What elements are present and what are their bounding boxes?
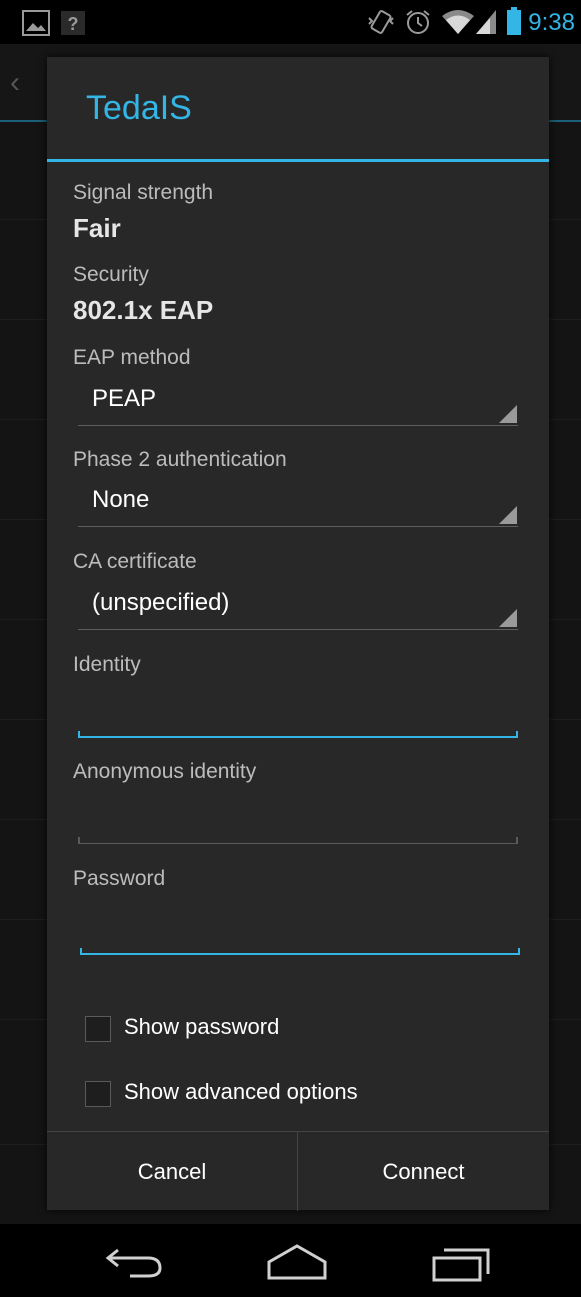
signal-strength-value: Fair bbox=[73, 213, 121, 243]
recent-apps-icon[interactable] bbox=[430, 1244, 492, 1282]
identity-label: Identity bbox=[73, 653, 141, 676]
anonymous-identity-input[interactable] bbox=[78, 826, 518, 844]
phase2-auth-value: None bbox=[92, 486, 150, 513]
clock: 9:38 bbox=[528, 9, 575, 36]
password-label: Password bbox=[73, 867, 166, 890]
password-input[interactable] bbox=[80, 937, 520, 955]
battery-icon bbox=[507, 7, 521, 35]
dialog-button-bar: Cancel Connect bbox=[47, 1131, 549, 1211]
chevron-left-icon: ‹ bbox=[10, 66, 20, 99]
ca-certificate-spinner[interactable]: (unspecified) bbox=[78, 581, 518, 630]
anonymous-identity-label: Anonymous identity bbox=[73, 760, 257, 783]
eap-method-label: EAP method bbox=[73, 346, 191, 369]
dialog-title: TedaIS bbox=[86, 89, 192, 127]
eap-method-spinner[interactable]: PEAP bbox=[78, 377, 518, 426]
svg-text:?: ? bbox=[68, 14, 79, 34]
ca-certificate-value: (unspecified) bbox=[92, 589, 230, 616]
security-value: 802.1x EAP bbox=[73, 295, 214, 325]
cancel-button[interactable]: Cancel bbox=[47, 1132, 297, 1211]
wifi-icon bbox=[442, 10, 474, 34]
dropdown-arrow-icon bbox=[499, 405, 517, 423]
back-icon[interactable] bbox=[104, 1244, 164, 1280]
wifi-connect-dialog: TedaIS Signal strength Fair Security 802… bbox=[47, 57, 549, 1211]
phase2-auth-spinner[interactable]: None bbox=[78, 478, 518, 527]
show-password-checkbox[interactable] bbox=[85, 1016, 111, 1042]
title-divider bbox=[47, 159, 549, 162]
dropdown-arrow-icon bbox=[499, 506, 517, 524]
eap-method-value: PEAP bbox=[92, 385, 157, 412]
vibrate-icon bbox=[368, 10, 394, 34]
navigation-bar bbox=[0, 1224, 581, 1297]
cell-signal-icon bbox=[476, 10, 496, 34]
status-bar: ? 9:38 bbox=[0, 0, 581, 44]
connect-button[interactable]: Connect bbox=[298, 1132, 549, 1211]
identity-input[interactable] bbox=[78, 720, 518, 738]
gallery-notification-icon bbox=[22, 10, 50, 36]
alarm-icon bbox=[406, 10, 430, 34]
show-advanced-label: Show advanced options bbox=[124, 1079, 358, 1104]
unknown-notification-icon: ? bbox=[61, 11, 85, 35]
dropdown-arrow-icon bbox=[499, 609, 517, 627]
security-label: Security bbox=[73, 263, 149, 286]
phase2-auth-label: Phase 2 authentication bbox=[73, 448, 287, 471]
ca-certificate-label: CA certificate bbox=[73, 550, 197, 573]
signal-strength-label: Signal strength bbox=[73, 181, 214, 204]
home-icon[interactable] bbox=[265, 1242, 329, 1280]
show-password-label: Show password bbox=[124, 1014, 280, 1039]
show-advanced-checkbox[interactable] bbox=[85, 1081, 111, 1107]
